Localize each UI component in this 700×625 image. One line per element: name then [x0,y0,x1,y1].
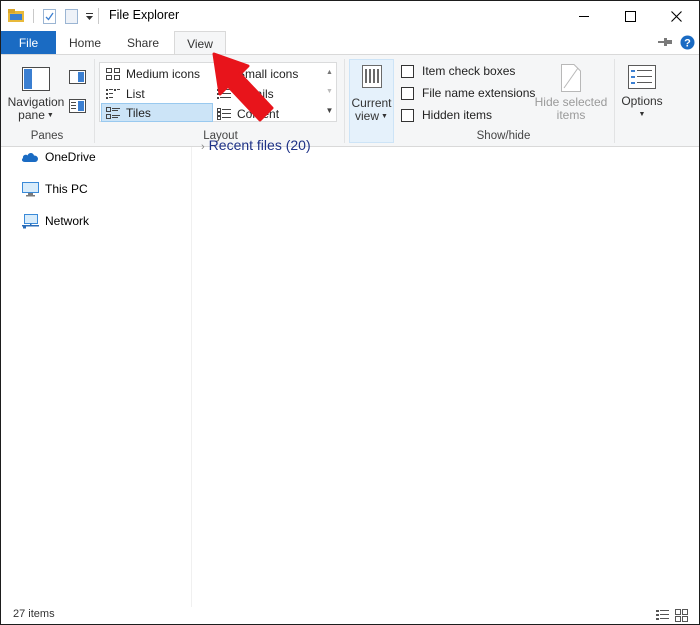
recent-files-label: Recent files (20) [208,137,311,153]
details-view-icon[interactable] [656,609,669,622]
tab-view[interactable]: View [174,31,226,55]
hidden-items-checkbox[interactable] [401,108,414,122]
group-separator [344,59,345,143]
list-icon [106,87,120,101]
title-separator [98,8,99,24]
nav-item-network[interactable]: Network [21,212,89,230]
item-count: 27 items [13,608,55,620]
content-label: Content [237,106,280,121]
nav-item-this-pc[interactable]: This PC [21,180,88,198]
options-button[interactable]: Options ▼ [617,65,667,121]
layout-details[interactable]: Details [214,84,325,103]
ribbon: Navigation pane ▼ Panes Medium icons Sma… [1,54,699,147]
tab-share[interactable]: Share [119,31,167,54]
hide-selected-label-2: items [556,108,586,122]
file-name-extensions-label: File name extensions [422,86,536,100]
title-bar: File Explorer [1,1,699,31]
maximize-button[interactable] [607,1,653,31]
details-pane-icon [69,99,86,113]
close-icon [670,10,682,22]
layout-small-icons[interactable]: Small icons [214,64,325,83]
scroll-down-icon[interactable]: ▼ [326,88,333,95]
recent-files-group-header[interactable]: › Recent files (20) [201,137,311,153]
minimize-icon [578,15,589,17]
current-view-button[interactable]: Current view ▼ [349,59,394,143]
maximize-icon [624,10,636,22]
window-title: File Explorer [109,8,180,22]
file-explorer-window: File Explorer File Home Share View ? Nav… [0,0,700,625]
layout-content[interactable]: Content [214,104,325,123]
large-icons-view-icon[interactable] [675,609,688,622]
this-pc-label: This PC [45,182,88,196]
qa-separator-icon [30,1,36,31]
file-name-extensions-toggle[interactable]: File name extensions [401,86,535,100]
item-check-boxes-toggle[interactable]: Item check boxes [401,64,515,78]
preview-pane-icon [69,70,86,84]
layout-gallery-scroll: ▲ ▼ ▼ [323,63,336,121]
chevron-right-icon: › [201,141,205,153]
network-icon [21,213,39,229]
layout-medium-icons[interactable]: Medium icons [103,64,216,83]
item-check-boxes-label: Item check boxes [422,64,516,78]
ribbon-tabs: File Home Share View ? [1,31,699,55]
computer-icon [21,181,39,197]
tab-file[interactable]: File [1,31,56,54]
chevron-down-icon: ▼ [381,113,388,120]
file-name-extensions-checkbox[interactable] [401,86,414,100]
group-separator [94,59,95,143]
pin-ribbon-icon[interactable] [658,36,674,50]
content-icon [217,107,231,121]
help-icon[interactable]: ? [680,35,696,51]
details-pane-button[interactable] [69,99,87,114]
scroll-up-icon[interactable]: ▲ [326,69,333,76]
medium-icons-label: Medium icons [126,66,201,81]
group-separator [614,59,615,143]
small-icons-label: Small icons [237,66,299,81]
layout-gallery: Medium icons Small icons List Details Ti… [99,62,337,122]
tiles-label: Tiles [126,105,151,120]
hidden-items-toggle[interactable]: Hidden items [401,108,492,122]
navigation-pane-label-2: pane [18,108,45,122]
options-icon [628,65,656,89]
properties-icon[interactable] [40,1,58,31]
layout-list[interactable]: List [103,84,216,103]
navigation-pane: OneDrive This PC Network [1,147,192,607]
details-icon [217,87,231,101]
options-label: Options [621,94,663,108]
current-view-label-2: view [355,109,380,123]
hide-selected-items-button[interactable]: Hide selected items [531,63,611,122]
chevron-down-icon: ▼ [46,112,54,119]
navigation-pane-button[interactable]: Navigation pane ▼ [6,67,66,122]
network-label: Network [45,214,90,228]
navigation-pane-icon [22,67,50,91]
chevron-down-icon: ▼ [638,111,646,118]
tiles-icon [106,106,120,120]
hidden-items-label: Hidden items [422,108,493,122]
customize-qa-dropdown-icon[interactable] [82,1,96,31]
details-label: Details [237,86,274,101]
minimize-button[interactable] [561,1,607,31]
tab-home[interactable]: Home [61,31,109,54]
panes-group-label: Panes [30,130,64,142]
item-check-boxes-checkbox[interactable] [401,64,414,78]
new-folder-quick-icon[interactable] [62,1,80,31]
onedrive-label: OneDrive [45,150,96,164]
cloud-icon [21,149,39,165]
close-button[interactable] [653,1,699,31]
preview-pane-button[interactable] [69,70,87,85]
nav-item-onedrive[interactable]: OneDrive [21,148,96,166]
folder-app-icon[interactable] [6,1,26,31]
status-bar: 27 items [1,607,699,624]
list-label: List [126,86,145,101]
small-icons-icon [217,67,231,81]
hide-selected-icon [561,64,581,92]
show-hide-group-label: Show/hide [476,130,531,142]
layout-tiles[interactable]: Tiles [101,103,213,122]
gallery-expand-icon[interactable]: ▼ [326,107,334,115]
svg-text:?: ? [684,38,691,50]
current-view-icon [361,65,382,88]
medium-icons-icon [106,67,120,81]
